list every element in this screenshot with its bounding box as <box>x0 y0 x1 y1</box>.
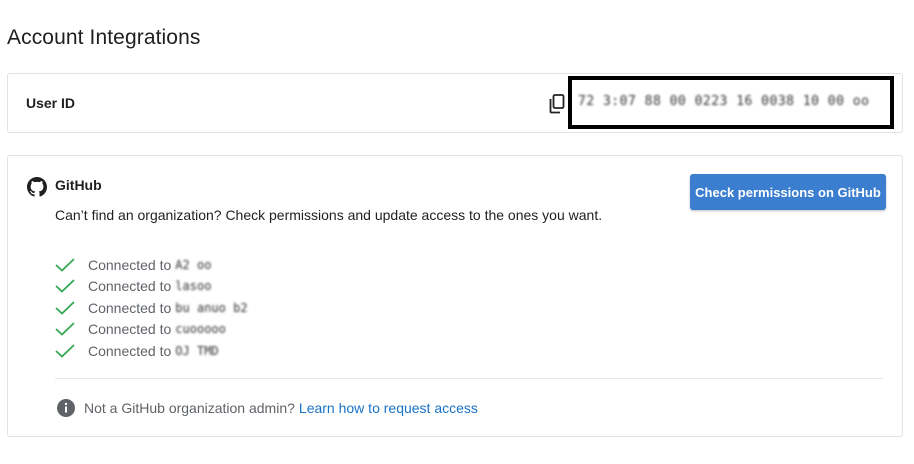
org-name: lasoo <box>175 279 212 294</box>
list-item: Connected to lasoo <box>55 276 248 298</box>
check-icon <box>55 322 75 336</box>
connected-org-list: Connected to A2 oo Connected to lasoo Co… <box>55 254 248 362</box>
github-title: GitHub <box>55 177 102 193</box>
check-permissions-button[interactable]: Check permissions on GitHub <box>690 174 886 210</box>
user-id-value-box[interactable]: 72 3:07 88 00 0223 16 0038 10 00 oo <box>568 76 894 129</box>
connected-label: Connected to <box>88 321 172 338</box>
github-icon <box>27 177 47 197</box>
connected-label: Connected to <box>88 299 172 316</box>
github-integration-card: GitHub Can’t find an organization? Check… <box>7 155 903 437</box>
list-item: Connected to OJ TMD <box>55 340 248 362</box>
github-description: Can’t find an organization? Check permis… <box>55 207 603 223</box>
check-icon <box>55 301 75 315</box>
check-icon <box>55 258 75 272</box>
check-icon <box>55 279 75 293</box>
request-access-link[interactable]: Learn how to request access <box>299 400 478 416</box>
admin-question: Not a GitHub organization admin? <box>84 400 295 416</box>
connected-label: Connected to <box>88 342 172 359</box>
list-item: Connected to bu anuo b2 <box>55 297 248 319</box>
connected-label: Connected to <box>88 278 172 295</box>
page-title: Account Integrations <box>7 26 201 49</box>
list-item: Connected to A2 oo <box>55 254 248 276</box>
org-name: A2 oo <box>175 257 212 272</box>
check-icon <box>55 344 75 358</box>
org-name: OJ TMD <box>175 343 219 358</box>
admin-info-row: Not a GitHub organization admin? Learn h… <box>57 399 478 417</box>
user-id-value: 72 3:07 88 00 0223 16 0038 10 00 oo <box>578 94 870 109</box>
user-id-label: User ID <box>26 95 76 111</box>
org-name: bu anuo b2 <box>175 300 248 315</box>
divider <box>55 378 883 379</box>
user-id-card: User ID 72 3:07 88 00 0223 16 0038 10 00… <box>7 73 903 133</box>
connected-label: Connected to <box>88 256 172 273</box>
list-item: Connected to cuooooo <box>55 319 248 341</box>
info-icon <box>57 399 75 417</box>
org-name: cuooooo <box>175 322 226 337</box>
copy-icon[interactable] <box>549 94 565 114</box>
